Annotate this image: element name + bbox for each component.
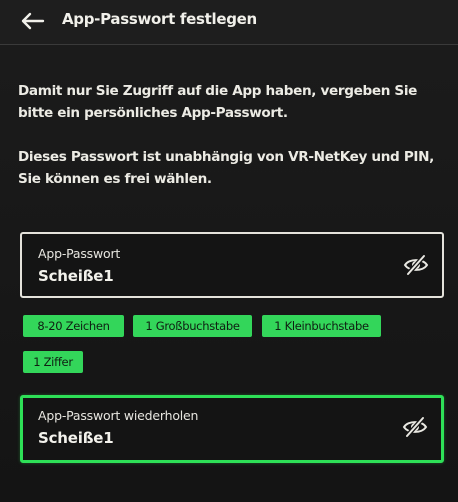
requirement-chip-uppercase: 1 Großbuchstabe: [133, 315, 252, 337]
page-title: App-Passwort festlegen: [62, 10, 257, 28]
back-button[interactable]: [12, 6, 52, 36]
eye-slash-icon: [403, 254, 429, 276]
repeat-password-field-label: App-Passwort wiederholen: [38, 408, 199, 423]
requirement-chip-digit: 1 Ziffer: [23, 351, 83, 373]
intro-paragraph-1: Damit nur Sie Zugriff auf die App haben,…: [18, 83, 418, 121]
eye-slash-icon: [402, 416, 428, 438]
password-field-label: App-Passwort: [38, 246, 121, 261]
intro-text: Damit nur Sie Zugriff auf die App haben,…: [18, 80, 448, 190]
password-input[interactable]: Scheiße1: [38, 267, 114, 285]
requirement-chip-lowercase: 1 Kleinbuchstabe: [262, 315, 381, 337]
password-field[interactable]: App-Passwort Scheiße1: [20, 232, 444, 298]
toggle-repeat-visibility-button[interactable]: [399, 412, 431, 442]
toggle-visibility-button[interactable]: [400, 250, 432, 280]
requirement-chip-length: 8-20 Zeichen: [23, 315, 124, 337]
app-bar: App-Passwort festlegen: [0, 0, 458, 45]
arrow-left-icon: [21, 12, 45, 30]
intro-paragraph-2: Dieses Passwort ist unabhängig von VR-Ne…: [18, 149, 434, 187]
repeat-password-field[interactable]: App-Passwort wiederholen Scheiße1: [20, 395, 444, 463]
repeat-password-input[interactable]: Scheiße1: [38, 429, 114, 447]
screen: App-Passwort festlegen Damit nur Sie Zug…: [0, 0, 458, 502]
